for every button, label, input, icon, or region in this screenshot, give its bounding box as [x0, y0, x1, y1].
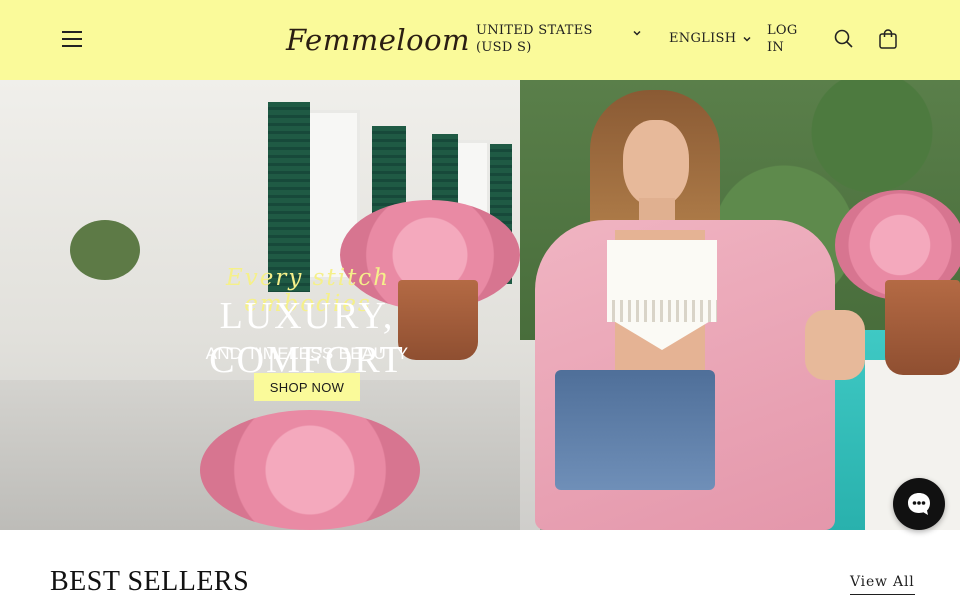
shop-now-button[interactable]: SHOP NOW	[254, 373, 360, 401]
chevron-down-icon	[743, 36, 751, 42]
hero-subtitle: AND TIMELESS BEAUTY	[205, 344, 409, 363]
hamburger-menu-icon[interactable]	[58, 26, 86, 52]
hero-shutter	[268, 102, 310, 292]
shopping-bag-icon[interactable]	[876, 27, 900, 51]
country-currency-select[interactable]: UNITED STATES (USD S)	[476, 22, 646, 56]
language-select[interactable]: ENGLISH	[669, 31, 752, 46]
language-label: ENGLISH	[669, 31, 737, 46]
chat-bubble-icon[interactable]	[893, 478, 945, 530]
hero-banner[interactable]: Every stitch embodies LUXURY, COMFORT AN…	[0, 80, 960, 530]
hero-plant	[70, 220, 140, 280]
best-sellers-heading: BEST SELLERS	[50, 566, 250, 597]
hero-flowers	[200, 410, 420, 530]
view-all-link[interactable]: View All	[850, 574, 915, 595]
hero-flower-pot	[885, 280, 960, 375]
hero-model	[515, 80, 865, 530]
brand-logo-text: Femmeloom	[286, 23, 471, 57]
hero-title: LUXURY, COMFORT	[209, 295, 405, 381]
chevron-down-icon	[633, 30, 641, 36]
brand-logo[interactable]: Femmeloom	[286, 14, 470, 66]
country-currency-label: UNITED STATES (USD S)	[476, 23, 593, 55]
search-icon[interactable]	[832, 27, 856, 51]
login-link[interactable]: LOG IN	[767, 22, 807, 56]
site-header: Femmeloom UNITED STATES (USD S) ENGLISH …	[0, 0, 960, 80]
